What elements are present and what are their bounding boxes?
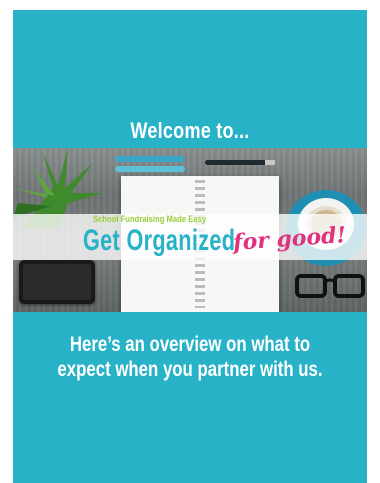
glasses-icon bbox=[295, 274, 365, 298]
welcome-slide: Welcome to... School Fundraising Made Ea… bbox=[13, 10, 367, 483]
banner-headline: Get Organized bbox=[83, 224, 236, 257]
overview-line-1: Here’s an overview on what to bbox=[69, 333, 311, 356]
overview-text: Here’s an overview on what to expect whe… bbox=[13, 332, 367, 382]
phone-icon bbox=[19, 260, 95, 304]
banner-tagline: School Fundraising Made Easy bbox=[93, 214, 207, 224]
banner-photo: School Fundraising Made Easy Get Organiz… bbox=[13, 148, 367, 312]
welcome-heading: Welcome to... bbox=[130, 118, 250, 143]
overview-line-2: expect when you partner with us. bbox=[57, 358, 323, 381]
